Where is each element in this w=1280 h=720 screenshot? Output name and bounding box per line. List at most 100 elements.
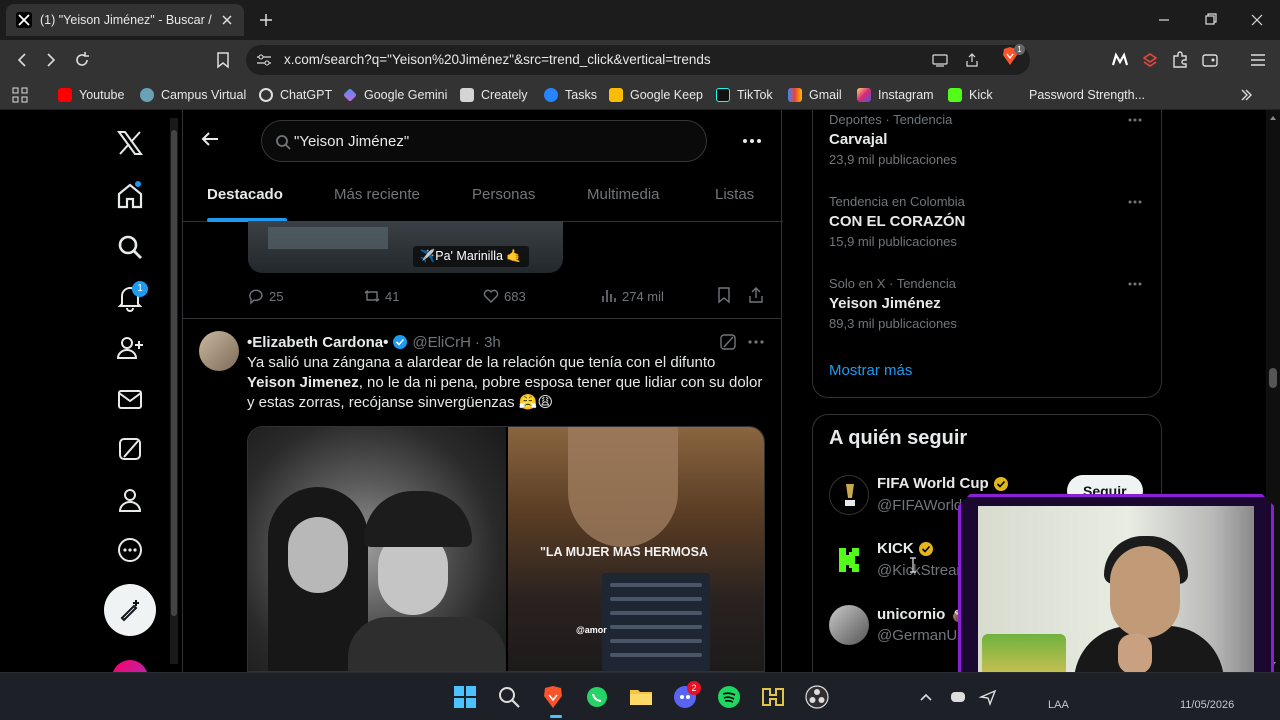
bookmark-page-icon[interactable] — [213, 50, 233, 70]
page-scroll-thumb[interactable] — [1269, 368, 1277, 388]
sidebar-scroll-thumb[interactable] — [171, 130, 177, 616]
grok-icon[interactable] — [114, 433, 146, 465]
trend-item[interactable]: Deportes · Tendencia Carvajal 23,9 mil p… — [829, 112, 1149, 167]
apps-grid-icon[interactable] — [10, 85, 30, 105]
leo-ai-icon[interactable] — [1110, 50, 1130, 70]
trend-more-icon[interactable] — [1127, 194, 1143, 210]
tweet[interactable]: •Elizabeth Cardona• @EliCrH · 3h Ya sali… — [183, 319, 781, 672]
windows-start-icon[interactable] — [452, 684, 478, 710]
avatar[interactable] — [829, 605, 869, 645]
tray-discord-icon[interactable] — [948, 687, 968, 707]
tab-mas-reciente[interactable]: Más reciente — [334, 186, 420, 203]
bookmark-google-keep[interactable]: Google Keep — [609, 86, 703, 104]
tweet-media[interactable]: "LA MUJER MAS HERMOSA @amor — [247, 426, 765, 672]
bookmark-creately[interactable]: Creately — [460, 86, 528, 104]
trend-more-icon[interactable] — [1127, 112, 1143, 128]
trend-item[interactable]: Tendencia en Colombia CON EL CORAZÓN 15,… — [829, 194, 1149, 249]
bookmark-password-strength[interactable]: Password Strength... — [1008, 86, 1145, 104]
share-icon[interactable] — [964, 52, 980, 68]
windows-taskbar: 2 LAA 11/05/2026 — [0, 672, 1280, 720]
bookmark-instagram[interactable]: Instagram — [857, 86, 934, 104]
close-window-icon[interactable] — [1247, 10, 1267, 30]
messages-icon[interactable] — [114, 383, 146, 415]
obs-studio-icon[interactable] — [804, 684, 830, 710]
brave-browser-icon[interactable] — [540, 684, 566, 710]
search-input[interactable]: "Yeison Jiménez" — [261, 120, 707, 162]
follow-icon[interactable] — [114, 332, 146, 364]
bookmark-gmail[interactable]: Gmail — [788, 86, 842, 104]
avatar[interactable] — [829, 475, 869, 515]
menu-icon[interactable] — [1248, 50, 1268, 70]
account-avatar[interactable] — [112, 660, 148, 672]
tray-chevron-icon[interactable] — [916, 687, 936, 707]
site-settings-icon[interactable] — [256, 53, 272, 67]
trend-more-icon[interactable] — [1127, 276, 1143, 292]
bookmark-campus-virtual[interactable]: Campus Virtual — [140, 86, 246, 104]
extensions-icon[interactable] — [1170, 50, 1190, 70]
tab-listas[interactable]: Listas — [715, 186, 754, 203]
app-tool-icon[interactable] — [760, 684, 786, 710]
post-button[interactable] — [104, 584, 156, 636]
photo-figure-body — [348, 617, 506, 671]
tray-date[interactable]: 11/05/2026 — [1180, 699, 1234, 711]
forward-icon[interactable] — [41, 50, 61, 70]
profile-icon[interactable] — [114, 484, 146, 516]
tweet-time[interactable]: · 3h — [475, 334, 501, 351]
bookmark-youtube[interactable]: Youtube — [58, 86, 124, 104]
back-icon[interactable] — [12, 50, 32, 70]
tab-destacado[interactable]: Destacado — [207, 186, 283, 203]
more-bookmarks-icon[interactable] — [1236, 85, 1256, 105]
scroll-up-icon[interactable] — [1269, 114, 1277, 122]
file-explorer-icon[interactable] — [628, 684, 654, 710]
vpn-icon[interactable] — [1140, 50, 1160, 70]
bookmark-icon[interactable] — [715, 286, 733, 304]
minimize-icon[interactable] — [1154, 10, 1174, 30]
address-bar[interactable]: x.com/search?q="Yeison%20Jiménez"&src=tr… — [246, 45, 1030, 75]
bookmark-google-gemini[interactable]: Google Gemini — [343, 86, 447, 104]
spotify-icon[interactable] — [716, 684, 742, 710]
bookmark-kick[interactable]: Kick — [948, 86, 993, 104]
tray-network-icon[interactable] — [978, 687, 998, 707]
author-handle[interactable]: @EliCrH — [412, 334, 471, 351]
avatar[interactable] — [199, 331, 239, 371]
back-arrow-icon[interactable] — [200, 129, 220, 149]
more-icon[interactable] — [114, 534, 146, 566]
bookmark-chatgpt[interactable]: ChatGPT — [259, 86, 332, 104]
grok-explain-icon[interactable] — [719, 333, 737, 351]
search-taskbar-icon[interactable] — [496, 684, 522, 710]
whatsapp-icon[interactable] — [584, 684, 610, 710]
avatar[interactable] — [829, 540, 869, 580]
chat-screenshot — [602, 573, 710, 671]
views-button[interactable]: 274 mil — [600, 286, 664, 306]
close-tab-icon[interactable] — [220, 13, 234, 27]
bookmark-tiktok[interactable]: TikTok — [716, 86, 773, 104]
brave-shields-button[interactable]: 1 — [1000, 44, 1025, 66]
media-photo-couple[interactable] — [248, 427, 506, 671]
author-name[interactable]: •Elizabeth Cardona• — [247, 334, 388, 351]
x-logo-icon[interactable] — [114, 127, 146, 159]
show-more-link[interactable]: Mostrar más — [829, 362, 912, 379]
tweet-more-icon[interactable] — [747, 333, 765, 351]
browser-tab-bar: (1) "Yeison Jiménez" - Buscar / X — [0, 0, 1280, 40]
search-options-icon[interactable] — [741, 131, 763, 151]
previous-tweet-media[interactable]: ✈️Pa' Marinilla 🤙 — [248, 221, 563, 273]
restore-icon[interactable] — [1200, 10, 1220, 30]
cast-icon[interactable] — [932, 52, 948, 68]
repost-button[interactable]: 41 — [363, 286, 399, 306]
bookmark-tasks[interactable]: Tasks — [544, 86, 597, 104]
tab-multimedia[interactable]: Multimedia — [587, 186, 660, 203]
share-tweet-icon[interactable] — [747, 286, 765, 304]
reply-button[interactable]: 25 — [247, 286, 283, 306]
like-button[interactable]: 683 — [482, 286, 526, 306]
tray-language[interactable]: LAA — [1048, 699, 1069, 711]
sidebar-scrollbar[interactable] — [170, 118, 178, 664]
wallet-icon[interactable] — [1200, 50, 1220, 70]
explore-icon[interactable] — [114, 231, 146, 263]
reload-icon[interactable] — [72, 50, 92, 70]
browser-tab-active[interactable]: (1) "Yeison Jiménez" - Buscar / X — [6, 4, 244, 36]
tab-personas[interactable]: Personas — [472, 186, 535, 203]
media-video-frame[interactable]: "LA MUJER MAS HERMOSA @amor — [508, 427, 764, 671]
trend-item[interactable]: Solo en X · Tendencia Yeison Jiménez 89,… — [829, 276, 1149, 331]
media-caption: "LA MUJER MAS HERMOSA — [540, 545, 708, 559]
new-tab-icon[interactable] — [256, 10, 276, 30]
